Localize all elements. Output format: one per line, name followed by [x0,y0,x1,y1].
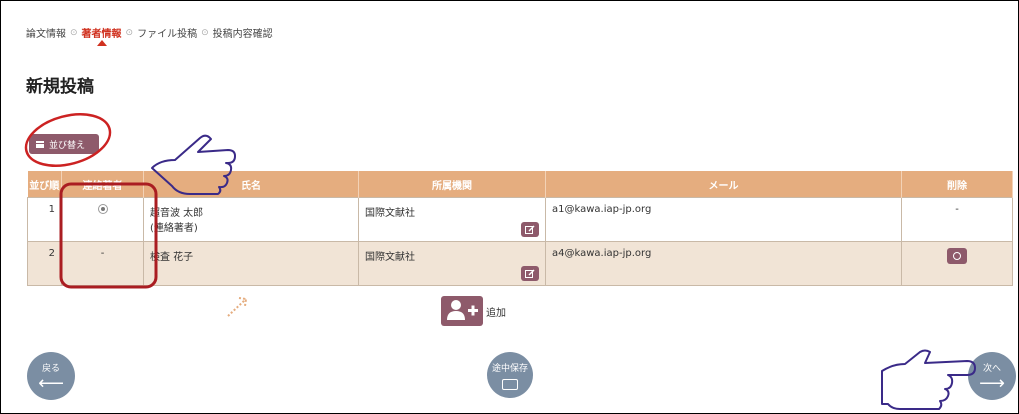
annotation-overlay [24,113,976,410]
annotation-box [59,182,158,289]
pointing-hand-icon [881,349,976,410]
dotted-arrow-icon [227,297,248,317]
pointing-hand-icon [151,134,236,195]
annotation-circle [24,113,112,167]
